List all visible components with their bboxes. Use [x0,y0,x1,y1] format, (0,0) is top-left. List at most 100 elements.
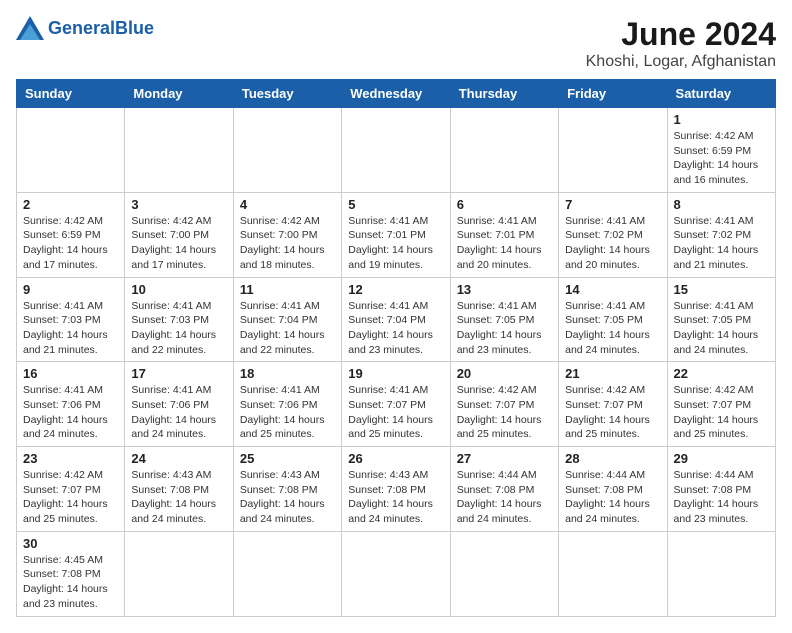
day-number: 13 [457,282,552,297]
calendar-cell: 3 Sunrise: 4:42 AM Sunset: 7:00 PM Daylig… [125,192,233,277]
weekday-header: Friday [559,80,667,108]
weekday-header: Sunday [17,80,125,108]
calendar-week-row: 30 Sunrise: 4:45 AM Sunset: 7:08 PM Dayli… [17,531,776,616]
calendar-cell: 18 Sunrise: 4:41 AM Sunset: 7:06 PM Dayli… [233,362,341,447]
day-number: 22 [674,366,769,381]
header: GeneralBlue June 2024 Khoshi, Logar, Afg… [16,16,776,71]
logo-general: General [48,18,115,38]
day-info: Sunrise: 4:41 AM Sunset: 7:04 PM Dayligh… [348,299,443,358]
calendar-subtitle: Khoshi, Logar, Afghanistan [586,53,776,71]
day-number: 9 [23,282,118,297]
day-info: Sunrise: 4:41 AM Sunset: 7:03 PM Dayligh… [131,299,226,358]
day-number: 14 [565,282,660,297]
calendar-cell: 9 Sunrise: 4:41 AM Sunset: 7:03 PM Daylig… [17,277,125,362]
day-info: Sunrise: 4:41 AM Sunset: 7:04 PM Dayligh… [240,299,335,358]
calendar-cell: 5 Sunrise: 4:41 AM Sunset: 7:01 PM Daylig… [342,192,450,277]
calendar-week-row: 9 Sunrise: 4:41 AM Sunset: 7:03 PM Daylig… [17,277,776,362]
day-number: 28 [565,451,660,466]
calendar-cell: 21 Sunrise: 4:42 AM Sunset: 7:07 PM Dayli… [559,362,667,447]
day-number: 16 [23,366,118,381]
day-number: 30 [23,536,118,551]
day-number: 27 [457,451,552,466]
day-info: Sunrise: 4:41 AM Sunset: 7:02 PM Dayligh… [565,214,660,273]
calendar-cell: 27 Sunrise: 4:44 AM Sunset: 7:08 PM Dayli… [450,447,558,532]
calendar-title: June 2024 [586,16,776,53]
calendar-cell [667,531,775,616]
calendar-cell [450,108,558,193]
day-number: 4 [240,197,335,212]
calendar-cell: 16 Sunrise: 4:41 AM Sunset: 7:06 PM Dayli… [17,362,125,447]
logo: GeneralBlue [16,16,154,40]
day-info: Sunrise: 4:43 AM Sunset: 7:08 PM Dayligh… [131,468,226,527]
day-info: Sunrise: 4:43 AM Sunset: 7:08 PM Dayligh… [240,468,335,527]
weekday-header: Monday [125,80,233,108]
calendar-cell: 15Sunrise: 4:41 AM Sunset: 7:05 PM Dayli… [667,277,775,362]
calendar-cell [342,531,450,616]
day-info: Sunrise: 4:41 AM Sunset: 7:05 PM Dayligh… [674,299,769,358]
day-number: 25 [240,451,335,466]
day-info: Sunrise: 4:42 AM Sunset: 6:59 PM Dayligh… [23,214,118,273]
day-number: 1 [674,112,769,127]
day-info: Sunrise: 4:41 AM Sunset: 7:05 PM Dayligh… [457,299,552,358]
day-number: 21 [565,366,660,381]
calendar-cell: 30 Sunrise: 4:45 AM Sunset: 7:08 PM Dayli… [17,531,125,616]
day-number: 5 [348,197,443,212]
day-info: Sunrise: 4:44 AM Sunset: 7:08 PM Dayligh… [457,468,552,527]
day-number: 20 [457,366,552,381]
calendar-week-row: 1Sunrise: 4:42 AM Sunset: 6:59 PM Daylig… [17,108,776,193]
day-number: 24 [131,451,226,466]
day-info: Sunrise: 4:42 AM Sunset: 7:07 PM Dayligh… [674,383,769,442]
weekday-header: Wednesday [342,80,450,108]
day-number: 3 [131,197,226,212]
calendar-cell [559,531,667,616]
calendar-week-row: 2 Sunrise: 4:42 AM Sunset: 6:59 PM Daylig… [17,192,776,277]
calendar-cell: 25 Sunrise: 4:43 AM Sunset: 7:08 PM Dayli… [233,447,341,532]
logo-icon [16,16,44,40]
calendar-cell: 24 Sunrise: 4:43 AM Sunset: 7:08 PM Dayli… [125,447,233,532]
calendar-cell: 7 Sunrise: 4:41 AM Sunset: 7:02 PM Daylig… [559,192,667,277]
calendar-cell: 8 Sunrise: 4:41 AM Sunset: 7:02 PM Daylig… [667,192,775,277]
day-info: Sunrise: 4:43 AM Sunset: 7:08 PM Dayligh… [348,468,443,527]
day-info: Sunrise: 4:45 AM Sunset: 7:08 PM Dayligh… [23,553,118,612]
logo-blue: Blue [115,18,154,38]
day-number: 6 [457,197,552,212]
calendar-table: SundayMondayTuesdayWednesdayThursdayFrid… [16,79,776,617]
calendar-cell: 23Sunrise: 4:42 AM Sunset: 7:07 PM Dayli… [17,447,125,532]
day-info: Sunrise: 4:41 AM Sunset: 7:07 PM Dayligh… [348,383,443,442]
day-number: 19 [348,366,443,381]
day-number: 18 [240,366,335,381]
day-info: Sunrise: 4:44 AM Sunset: 7:08 PM Dayligh… [565,468,660,527]
day-info: Sunrise: 4:41 AM Sunset: 7:01 PM Dayligh… [457,214,552,273]
day-number: 7 [565,197,660,212]
calendar-cell [559,108,667,193]
day-info: Sunrise: 4:41 AM Sunset: 7:06 PM Dayligh… [23,383,118,442]
day-number: 2 [23,197,118,212]
day-number: 12 [348,282,443,297]
day-info: Sunrise: 4:44 AM Sunset: 7:08 PM Dayligh… [674,468,769,527]
calendar-cell [450,531,558,616]
day-info: Sunrise: 4:41 AM Sunset: 7:03 PM Dayligh… [23,299,118,358]
day-info: Sunrise: 4:42 AM Sunset: 7:07 PM Dayligh… [565,383,660,442]
calendar-cell: 11 Sunrise: 4:41 AM Sunset: 7:04 PM Dayli… [233,277,341,362]
calendar-cell: 10 Sunrise: 4:41 AM Sunset: 7:03 PM Dayli… [125,277,233,362]
weekday-header: Thursday [450,80,558,108]
calendar-cell [233,531,341,616]
weekday-header: Tuesday [233,80,341,108]
day-number: 26 [348,451,443,466]
calendar-cell: 29Sunrise: 4:44 AM Sunset: 7:08 PM Dayli… [667,447,775,532]
day-number: 11 [240,282,335,297]
day-info: Sunrise: 4:42 AM Sunset: 7:00 PM Dayligh… [131,214,226,273]
day-info: Sunrise: 4:41 AM Sunset: 7:01 PM Dayligh… [348,214,443,273]
calendar-cell: 6 Sunrise: 4:41 AM Sunset: 7:01 PM Daylig… [450,192,558,277]
calendar-cell [125,531,233,616]
calendar-cell [17,108,125,193]
calendar-week-row: 16 Sunrise: 4:41 AM Sunset: 7:06 PM Dayli… [17,362,776,447]
day-number: 8 [674,197,769,212]
calendar-cell: 2 Sunrise: 4:42 AM Sunset: 6:59 PM Daylig… [17,192,125,277]
day-info: Sunrise: 4:41 AM Sunset: 7:06 PM Dayligh… [240,383,335,442]
title-area: June 2024 Khoshi, Logar, Afghanistan [586,16,776,71]
day-info: Sunrise: 4:41 AM Sunset: 7:02 PM Dayligh… [674,214,769,273]
day-number: 10 [131,282,226,297]
day-number: 17 [131,366,226,381]
logo-text: GeneralBlue [48,18,154,39]
